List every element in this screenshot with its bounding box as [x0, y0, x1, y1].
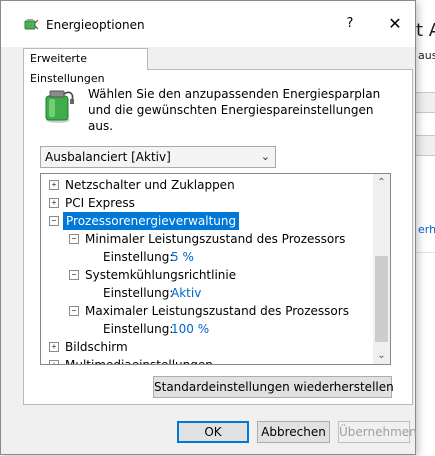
energy-options-dialog: Energieoptionen ? ✕ Erweiterte Einstellu…	[0, 0, 417, 455]
background-label-fragment: aus	[418, 49, 435, 62]
background-link-fragment[interactable]: erh	[418, 223, 435, 236]
setting-value-cooling[interactable]: Aktiv	[171, 284, 201, 302]
expand-icon[interactable]: +	[49, 198, 59, 208]
collapse-icon[interactable]: −	[49, 216, 59, 226]
ok-button[interactable]: OK	[177, 421, 249, 443]
close-button[interactable]: ✕	[381, 11, 409, 37]
chevron-down-icon: ⌄	[260, 150, 270, 163]
expand-icon[interactable]: +	[49, 180, 59, 190]
tree-scrollbar[interactable]: ⌃ ⌄	[373, 174, 390, 364]
expand-icon[interactable]: +	[49, 342, 59, 352]
setting-label: Einstellung:	[103, 322, 174, 336]
cancel-button[interactable]: Abbrechen	[257, 421, 330, 443]
tree-item-label: Minimaler Leistungszustand des Prozessor…	[85, 232, 346, 246]
scroll-up-icon[interactable]: ⌃	[373, 174, 390, 191]
title-bar[interactable]: Energieoptionen ? ✕	[1, 1, 415, 47]
power-options-icon	[24, 19, 39, 30]
scroll-thumb[interactable]	[375, 256, 388, 342]
background-field[interactable]	[414, 135, 435, 156]
tree-item-label: Maximaler Leistungszustand des Prozessor…	[85, 304, 349, 318]
setting-label: Einstellung:	[103, 250, 174, 264]
expand-icon[interactable]: +	[49, 360, 59, 364]
tree-item-label: Systemkühlungsrichtlinie	[85, 268, 237, 282]
dialog-title: Energieoptionen	[46, 18, 145, 32]
power-plan-selected-value: Ausbalanciert [Aktiv]	[45, 150, 171, 164]
settings-tree[interactable]: + Netzschalter und Zuklappen + PCI Expre…	[40, 173, 391, 365]
help-button[interactable]: ?	[336, 11, 364, 37]
description-text: Wählen Sie den anzupassenden Energiespar…	[88, 87, 381, 133]
tree-item-label: Multimediaeinstellungen	[65, 358, 213, 365]
background-title-fragment: t Au	[416, 20, 435, 41]
restore-defaults-button[interactable]: Standardeinstellungen wiederherstellen	[153, 376, 394, 398]
collapse-icon[interactable]: −	[69, 234, 79, 244]
setting-value-min[interactable]: 5 %	[171, 248, 194, 266]
battery-plug-icon	[45, 90, 74, 123]
collapse-icon[interactable]: −	[69, 270, 79, 280]
tab-advanced-settings[interactable]: Erweiterte Einstellungen	[23, 48, 148, 85]
tree-item-label-selected: Prozessorenergieverwaltung	[63, 212, 240, 230]
tree-item-label: Netzschalter und Zuklappen	[65, 178, 235, 192]
settings-panel: Wählen Sie den anzupassenden Energiespar…	[23, 69, 413, 405]
tree-item-label: Bildschirm	[65, 340, 128, 354]
setting-label: Einstellung:	[103, 286, 174, 300]
power-plan-select[interactable]: Ausbalanciert [Aktiv] ⌄	[40, 146, 276, 168]
setting-value-max[interactable]: 100 %	[171, 320, 209, 338]
collapse-icon[interactable]: −	[69, 306, 79, 316]
background-field[interactable]	[414, 92, 435, 113]
scroll-down-icon[interactable]: ⌄	[373, 347, 390, 364]
tree-item-label: PCI Express	[65, 196, 135, 210]
apply-button[interactable]: Übernehmen	[338, 421, 417, 443]
